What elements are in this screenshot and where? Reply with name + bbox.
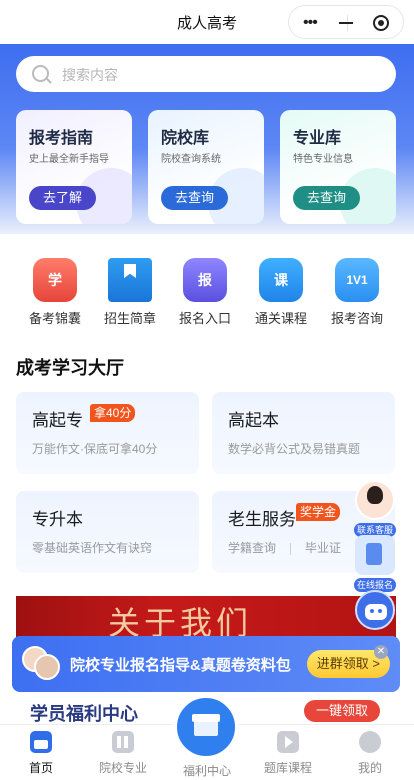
search-icon (32, 65, 49, 82)
quick-entry-label: 报考咨询 (330, 311, 383, 326)
top-navigation-bar: 成人高考 ••• (0, 0, 414, 44)
online-signup-float[interactable]: 在线报名 (354, 535, 397, 593)
tile-title: 老生服务 (228, 510, 296, 529)
tile-link-record-query[interactable]: 学籍查询 (228, 541, 276, 555)
tab-profile[interactable]: 我的 (337, 731, 403, 776)
score-badge: 拿40分 (90, 404, 136, 422)
quick-entry-row: 学 备考锦囊 招生简章 报 报名入口 课 通关课程 1V1 报考咨询 (0, 258, 414, 328)
tab-label: 我的 (357, 761, 382, 775)
customer-service-avatar-icon (355, 480, 395, 520)
tile-description: 学籍查询 毕业证 (228, 539, 341, 556)
tab-label-welfare[interactable]: 福利中心 (165, 762, 249, 779)
tile-title: 高起专 (32, 411, 83, 430)
quick-entry-label: 招生简章 (103, 311, 156, 326)
scholarship-badge: 奖学金 (296, 503, 341, 521)
guide-card-title: 院校库 (161, 130, 210, 147)
quick-entry-label: 通关课程 (254, 311, 307, 326)
minimize-icon[interactable] (339, 22, 353, 24)
hall-tile-high-to-junior[interactable]: 高起专 拿40分 万能作文·保底可拿40分 (16, 392, 199, 474)
claim-all-button[interactable]: 一键领取 (303, 700, 380, 722)
tab-school-major[interactable]: 院校专业 (90, 731, 156, 776)
tile-description: 数学必背公式及易错真题 (228, 442, 361, 456)
tile-title: 高起本 (228, 411, 279, 430)
signup-bag-icon: 报 (183, 258, 227, 302)
online-signup-icon (355, 535, 395, 575)
tab-label: 院校专业 (98, 761, 147, 775)
mini-program-capsule: ••• (288, 5, 404, 39)
guide-card-subtitle: 院校查询系统 (161, 154, 221, 165)
tab-label: 题库课程 (263, 761, 312, 775)
promo-avatars (22, 646, 70, 682)
quick-entry-consult[interactable]: 1V1 报考咨询 (322, 258, 392, 327)
bookmark-book-icon (108, 258, 152, 302)
tile-title: 专升本 (32, 510, 83, 529)
robot-icon (355, 590, 395, 630)
divider (290, 542, 292, 555)
video-course-icon (277, 731, 299, 753)
guide-card-major-library[interactable]: 专业库 特色专业信息 去查询 (280, 110, 396, 224)
tile-description: 万能作文·保底可拿40分 (32, 442, 158, 456)
contact-service-float[interactable]: 联系客服 (354, 480, 397, 538)
course-bag-icon: 课 (259, 258, 303, 302)
school-query-button[interactable]: 去查询 (161, 186, 229, 210)
learn-more-button[interactable]: 去了解 (29, 186, 97, 210)
tab-question-courses[interactable]: 题库课程 (255, 731, 321, 776)
search-bar[interactable]: 搜索内容 (16, 56, 396, 92)
quick-entry-label: 报名入口 (178, 311, 231, 326)
profile-icon (359, 731, 381, 753)
tab-label: 首页 (28, 761, 53, 775)
major-query-button[interactable]: 去查询 (293, 186, 361, 210)
guide-card-school-library[interactable]: 院校库 院校查询系统 去查询 (148, 110, 264, 224)
tile-description: 零基础英语作文有诀窍 (32, 541, 153, 555)
study-bag-icon: 学 (33, 258, 77, 302)
promo-text: 院校专业报名指导&真题卷资料包 (70, 657, 291, 674)
avatar (34, 654, 60, 680)
quick-entry-label: 备考锦囊 (28, 311, 81, 326)
tile-link-diploma[interactable]: 毕业证 (305, 541, 341, 555)
hall-tile-high-to-bachelor[interactable]: 高起本 数学必背公式及易错真题 (212, 392, 395, 474)
close-target-icon[interactable] (373, 15, 389, 31)
more-dots-icon[interactable]: ••• (303, 15, 318, 31)
guide-card-subtitle: 史上最全新手指导 (29, 154, 109, 165)
gift-icon[interactable] (173, 694, 239, 760)
close-icon[interactable]: ✕ (374, 645, 388, 659)
search-placeholder[interactable]: 搜索内容 (62, 65, 118, 85)
quick-entry-courses[interactable]: 课 通关课程 (246, 258, 316, 327)
quick-entry-admission-guide[interactable]: 招生简章 (95, 258, 165, 327)
section-title: 成考学习大厅 (16, 358, 124, 378)
guide-card-subtitle: 特色专业信息 (293, 154, 353, 165)
section-title: 学员福利中心 (30, 704, 138, 724)
robot-assistant-float[interactable] (354, 590, 396, 630)
school-library-icon (112, 731, 134, 753)
guide-card-title: 报考指南 (29, 130, 94, 147)
quick-entry-signup[interactable]: 报 报名入口 (170, 258, 240, 327)
home-icon (30, 731, 52, 753)
promo-bar[interactable]: 院校专业报名指导&真题卷资料包 进群领取 > ✕ (12, 636, 400, 692)
guide-card-exam-guide[interactable]: 报考指南 史上最全新手指导 去了解 (16, 110, 132, 224)
tab-home[interactable]: 首页 (8, 731, 74, 776)
guide-card-title: 专业库 (293, 130, 342, 147)
quick-entry-study-tips[interactable]: 学 备考锦囊 (20, 258, 90, 327)
hall-tile-junior-to-bachelor[interactable]: 专升本 零基础英语作文有诀窍 (16, 491, 199, 573)
consult-1v1-icon: 1V1 (335, 258, 379, 302)
